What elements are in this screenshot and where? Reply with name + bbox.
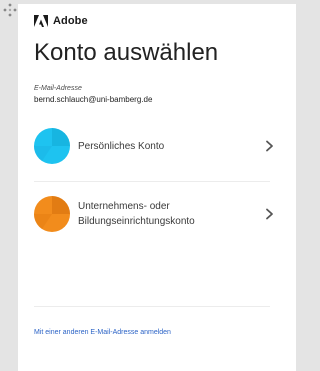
email-label: E-Mail-Adresse [34,85,82,92]
page: Adobe Konto auswählen E-Mail-Adresse ber… [0,0,300,371]
personal-account-option[interactable]: Persönliches Konto [34,128,280,164]
use-other-email-link[interactable]: Mit einer anderen E-Mail-Adresse anmelde… [34,329,171,336]
brand: Adobe [34,14,88,28]
email-value: bernd.schlauch@uni-bamberg.de [34,95,153,104]
chevron-right-icon [264,208,274,220]
chevron-right-icon [264,140,274,152]
business-account-option[interactable]: Unternehmens- oder Bildungseinrichtungsk… [34,196,280,232]
brand-name: Adobe [53,15,88,27]
personal-account-label: Persönliches Konto [78,139,264,154]
business-account-label: Unternehmens- oder Bildungseinrichtungsk… [78,199,264,229]
divider [34,181,270,182]
divider [34,306,270,307]
adobe-logo-icon [34,15,48,27]
business-account-label-line1: Unternehmens- oder [78,201,170,212]
business-account-avatar-icon [34,196,70,232]
personal-account-avatar-icon [34,128,70,164]
account-picker-card: Adobe Konto auswählen E-Mail-Adresse ber… [18,4,296,371]
business-account-label-line2: Bildungseinrichtungskonto [78,216,195,227]
personal-account-label-text: Persönliches Konto [78,140,165,152]
drag-handle-icon[interactable] [3,3,17,17]
page-title: Konto auswählen [34,39,219,66]
